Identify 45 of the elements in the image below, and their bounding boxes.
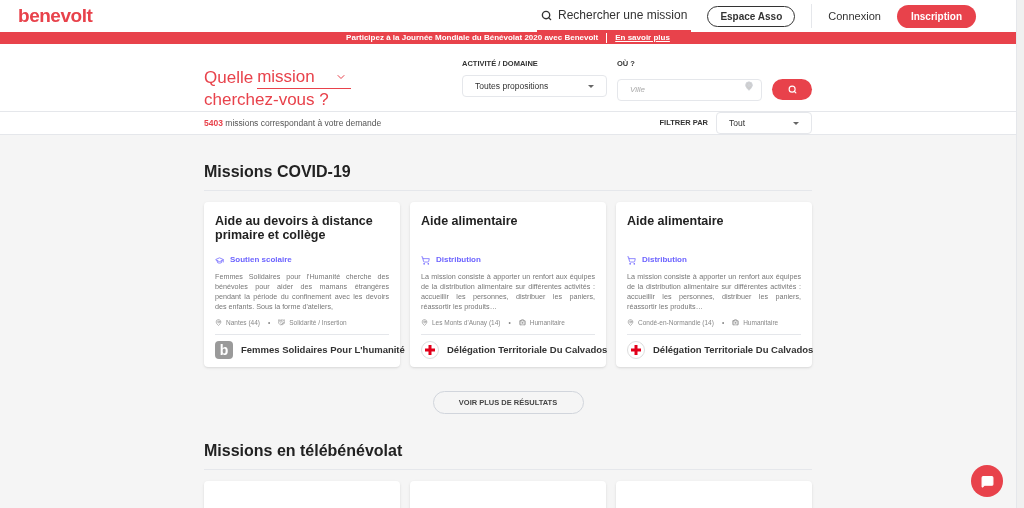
search-icon <box>541 9 552 21</box>
learn-more-link[interactable]: En savoir plus <box>615 32 670 44</box>
headline-text: Quelle <box>204 67 254 89</box>
category-icon <box>215 255 224 265</box>
login-link[interactable]: Connexion <box>811 3 881 29</box>
organization-name: Délégation Territoriale Du Calvados <box>653 342 814 357</box>
category-icon <box>627 255 636 265</box>
pin-icon <box>627 319 634 327</box>
banner-text: Participez à la Journée Mondiale du Bénévolat 2020 avec Benevolt <box>346 32 599 44</box>
cross-logo <box>627 340 645 359</box>
mission-category: Distribution <box>642 254 687 266</box>
organization-name: Délégation Territoriale Du Calvados <box>447 342 608 357</box>
caret-icon <box>588 84 594 88</box>
results-count: 5403 missions correspondant à votre demande <box>204 116 382 130</box>
mission-type-select[interactable]: mission <box>257 66 351 89</box>
mission-title: Aide alimentaire <box>421 214 519 230</box>
pin-icon <box>421 319 428 327</box>
section-title: Missions en télébénévolat <box>204 438 812 470</box>
cross-logo <box>421 340 439 359</box>
mission-category: Distribution <box>436 254 481 266</box>
mission-card[interactable] <box>616 202 812 367</box>
chat-button[interactable] <box>971 465 1003 497</box>
domain-icon <box>518 319 526 327</box>
pin-icon <box>215 319 222 327</box>
mission-category: Soutien scolaire <box>230 254 292 266</box>
domain-icon <box>732 319 740 327</box>
domain-select[interactable]: Toutes propositions <box>462 75 607 98</box>
city-field[interactable]: Ville <box>617 78 762 101</box>
search-icon <box>787 85 797 94</box>
mission-title: Aide alimentaire <box>627 214 725 230</box>
category-icon <box>421 255 430 265</box>
signup-button[interactable]: Inscription <box>896 4 976 28</box>
search-button[interactable] <box>772 79 812 100</box>
org-logo: b <box>215 340 233 359</box>
domain-icon <box>278 319 286 327</box>
pin-icon <box>744 81 754 92</box>
headline-text: cherchez-vous ? <box>204 89 330 111</box>
section-title: Missions COVID-19 <box>204 160 812 191</box>
chat-icon <box>980 474 994 488</box>
mission-card[interactable] <box>410 202 606 367</box>
mission-title: Aide au devoirs à distance primaire et collège <box>215 214 374 244</box>
caret-icon <box>793 121 799 125</box>
benevolt-logo[interactable]: benevolt <box>18 1 93 31</box>
filter-select[interactable]: Tout <box>716 112 812 134</box>
organization-name: Femmes Solidaires Pour L'humanité <box>241 342 405 357</box>
